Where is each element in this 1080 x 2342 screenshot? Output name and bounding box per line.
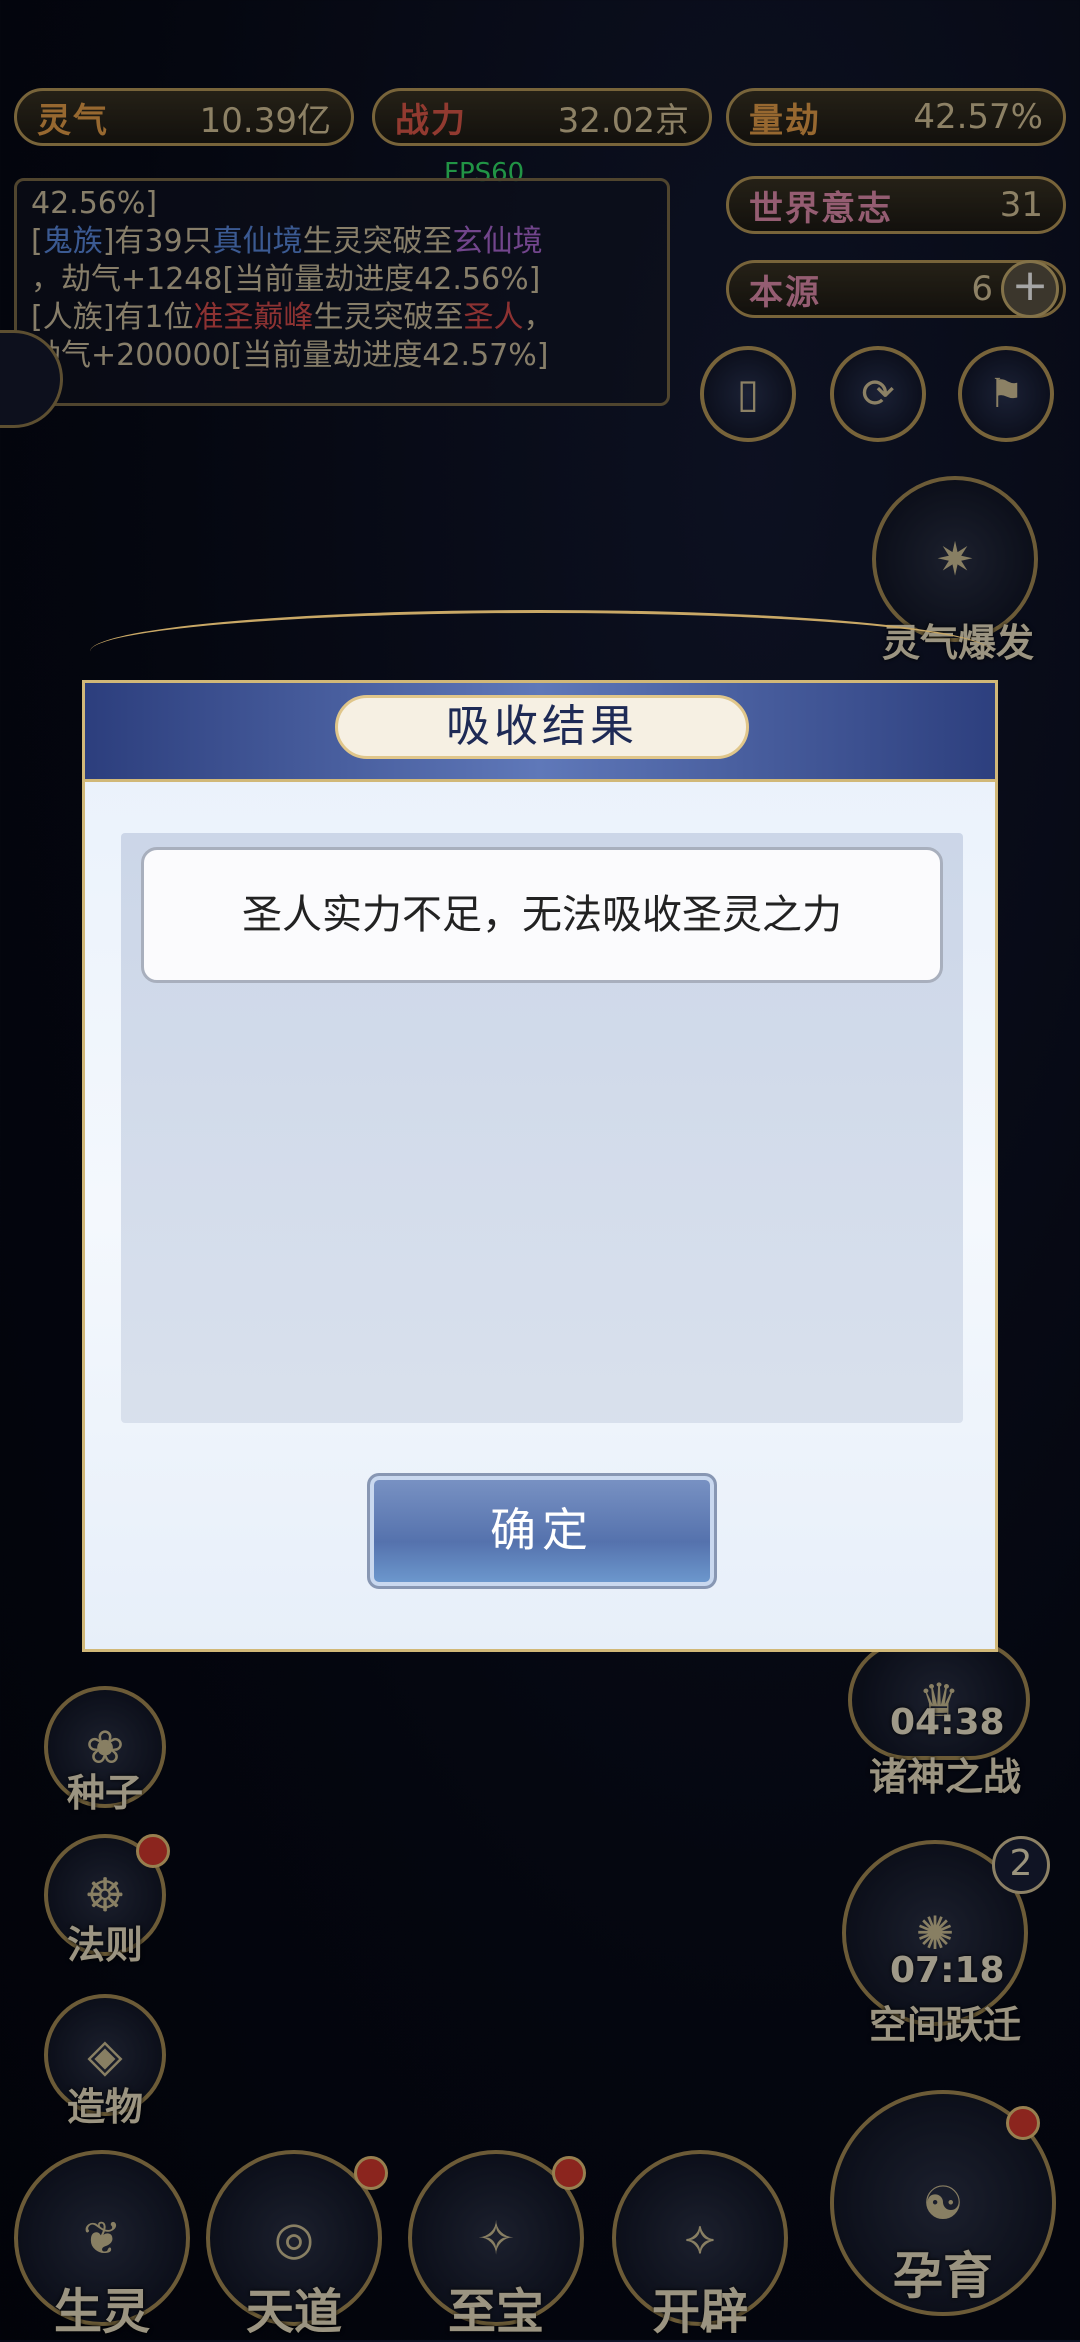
log-line: ，劫气+1248[当前量劫进度42.56%] <box>31 262 541 297</box>
world-will-label: 世界意志 <box>749 188 893 229</box>
law-label: 法则 <box>66 1923 143 1967</box>
dialog-header: 吸收结果 <box>85 683 995 782</box>
breed-notice-dot <box>1006 2106 1040 2140</box>
creation-label: 造物 <box>66 2085 143 2129</box>
cycle-icon[interactable]: ⟳ <box>830 346 926 442</box>
treasure-notice-dot <box>552 2156 586 2190</box>
zhanli-value: 32.02京 <box>557 100 689 141</box>
heaven-notice-dot <box>354 2156 388 2190</box>
lingqi-stat: 灵气 10.39亿 <box>14 88 354 146</box>
space-timer: 07:18 <box>890 1950 1005 1991</box>
origin-stat: 本源 6 + <box>726 260 1066 318</box>
nav-creatures-label[interactable]: 生灵 <box>14 2272 190 2342</box>
log-line: 42.56%] <box>31 186 158 221</box>
zhanli-stat: 战力 32.02京 <box>372 88 712 146</box>
battle-label: 诸神之战 <box>868 1755 1021 1799</box>
lingqi-value: 10.39亿 <box>199 100 331 141</box>
origin-label: 本源 <box>749 272 821 313</box>
lingqi-label: 灵气 <box>37 100 109 141</box>
world-will-value: 31 <box>999 185 1043 225</box>
zhanli-label: 战力 <box>395 100 467 141</box>
battle-timer: 04:38 <box>890 1702 1005 1743</box>
log-entry: [鬼族]有39只真仙境生灵突破至玄仙境 <box>31 224 543 259</box>
nav-heaven-label[interactable]: 天道 <box>206 2272 382 2342</box>
space-label: 空间跃迁 <box>868 2003 1021 2047</box>
liangjie-value: 42.57% <box>913 97 1043 137</box>
law-notice-dot <box>136 1834 170 1868</box>
dialog-message: 圣人实力不足，无法吸收圣灵之力 <box>141 847 943 983</box>
event-log: 42.56%] [鬼族]有39只真仙境生灵突破至玄仙境 ，劫气+1248[当前量… <box>14 178 670 406</box>
absorb-result-dialog: 吸收结果 圣人实力不足，无法吸收圣灵之力 确定 <box>82 680 998 1652</box>
log-line: 劫气+200000[当前量劫进度42.57%] <box>31 338 549 373</box>
flag-icon[interactable]: ⚑ <box>958 346 1054 442</box>
liangjie-label: 量劫 <box>749 100 821 141</box>
dialog-title: 吸收结果 <box>335 695 749 759</box>
breed-label: 孕育 <box>893 2247 993 2305</box>
card-icon[interactable]: ▯ <box>700 346 796 442</box>
origin-value: 6 <box>971 269 993 309</box>
nav-treasure-label[interactable]: 至宝 <box>408 2272 584 2342</box>
origin-plus-button[interactable]: + <box>1001 260 1059 318</box>
nav-open-label[interactable]: 开辟 <box>612 2272 788 2342</box>
confirm-button[interactable]: 确定 <box>367 1473 717 1589</box>
space-badge: 2 <box>992 1836 1050 1894</box>
seed-label: 种子 <box>66 1771 143 1815</box>
log-entry: [人族]有1位准圣巅峰生灵突破至圣人， <box>31 300 554 335</box>
world-will-stat[interactable]: 世界意志 31 <box>726 176 1066 234</box>
liangjie-stat[interactable]: 量劫 42.57% <box>726 88 1066 146</box>
